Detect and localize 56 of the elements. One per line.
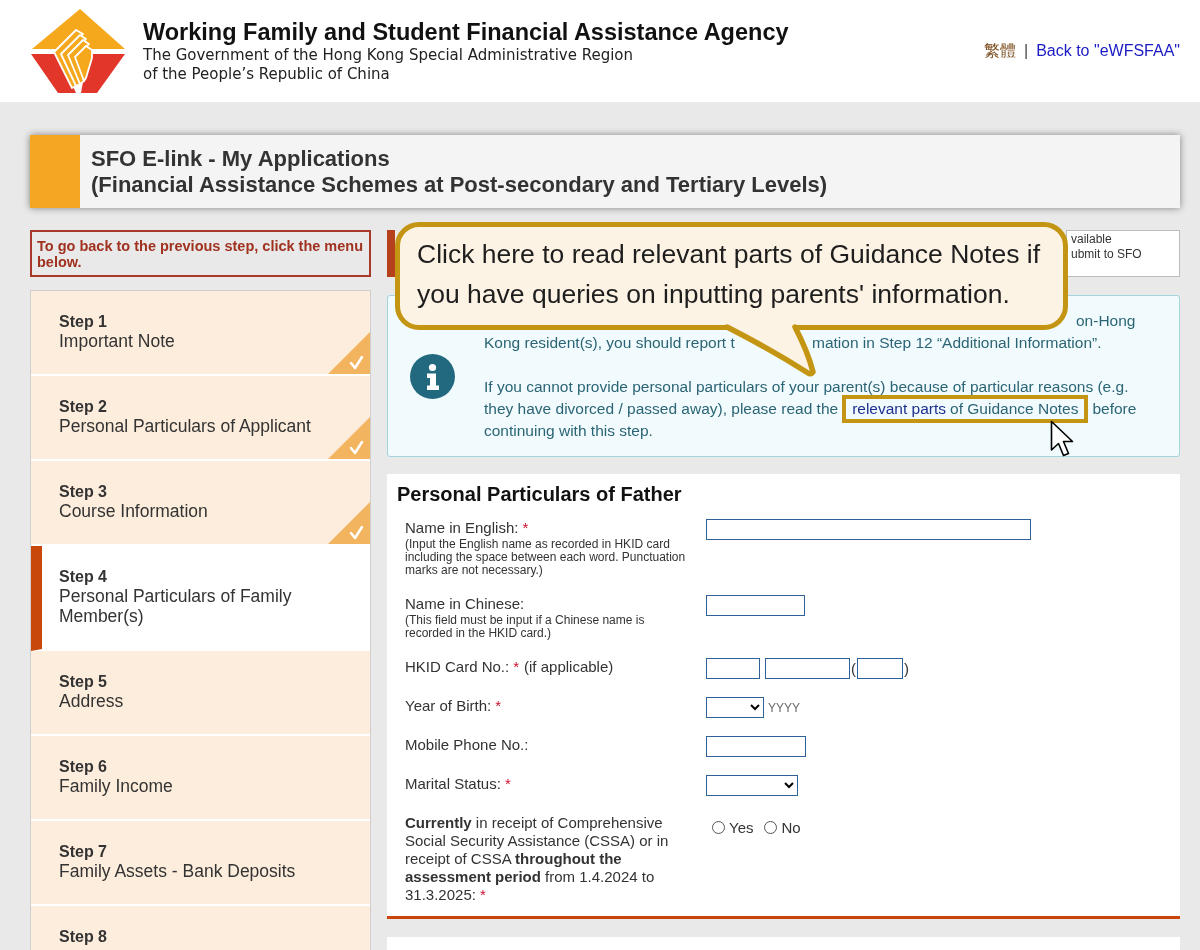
field-hint: (Input the English name as recorded in HKID card including the space between each word. Punctuation marks are not necessary.) [405,538,687,577]
header-link[interactable]: 繁體 [984,41,1016,61]
info-text: mation in Step 12 “Additional Information”. [812,333,1103,353]
status-text: ubmit to SFO [1071,247,1143,262]
navigation-note: To go back to the previous step, click the menu below. [30,230,371,277]
radio-button[interactable] [764,821,778,834]
step-item[interactable]: Step 7 Family Assets - Bank Deposits [31,821,370,906]
dropdown-field[interactable] [706,697,764,718]
bracket-text: ( [851,660,856,677]
field-hint: (This field must be input if a Chinese name is recorded in the HKID card.) [405,614,646,640]
input-field[interactable] [765,658,850,679]
header-link[interactable]: Back to "eWFSFAA" [1036,41,1180,61]
info-icon [410,353,455,399]
step-item[interactable]: Step 8 [31,906,370,950]
format-hint: YYYY [768,700,800,715]
section-title: Personal Particulars of Father [397,482,683,506]
input-field[interactable] [706,658,760,679]
radio-button[interactable] [712,821,725,834]
info-text: of Guidance Notes [950,400,1079,418]
page-subtitle: (Financial Assistance Schemes at Post-secondary and Tertiary Levels) [91,171,828,198]
field-label: Year of Birth: * [405,697,502,715]
link[interactable]: relevant parts [852,400,947,418]
government-line: The Government of the Hong Kong Special Administrative Region [143,45,634,65]
government-line: of the People’s Republic of China [143,64,390,84]
info-text: on-Hong [1076,311,1137,331]
input-field[interactable] [706,519,1031,540]
info-text: If you cannot provide personal particulars of your parent(s) because of particular reasons (e.g. [484,377,1129,397]
page-title: SFO E-link - My Applications [91,145,390,172]
status-text: vailable [1071,232,1113,247]
info-text: Kong resident(s), you should report t [484,333,736,353]
step-item[interactable]: Step 6 Family Income [31,736,370,821]
field-label: Name in English: * [405,519,530,537]
agency-name: Working Family and Student Financial Assistance Agency [143,18,789,46]
info-text: they have divorced / passed away), please read the [484,399,839,419]
bracket-text: ) [904,660,909,677]
field-label: Currently in receipt of Comprehensive Social Security Assistance (CSSA) or in receipt of CSSA throughout the assessment period from 1.4.2024 to 31.3.2025: * [405,814,670,904]
radio-label: Yes [729,819,754,836]
input-field[interactable] [857,658,903,679]
radio-label: No [781,819,801,836]
field-label: Mobile Phone No.: [405,736,530,754]
step-item[interactable]: Step 5 Address [31,651,370,736]
input-field[interactable] [706,595,805,616]
pointer-cursor-icon [1050,420,1074,458]
step-item[interactable]: Step 3 Course Information [31,461,370,546]
field-label: Name in Chinese: [405,595,526,613]
step-item[interactable]: Step 4 Personal Particulars of Family Member(s) [31,546,370,651]
field-label: Marital Status: * [405,775,512,793]
dropdown-field[interactable] [706,775,798,796]
info-text: continuing with this step. [484,421,653,441]
link-separator: | [1024,41,1029,61]
field-label: HKID Card No.: * (if applicable) [405,658,615,676]
step-item[interactable]: Step 1 Important Note [31,291,370,376]
info-text: before [1092,399,1137,419]
step-item[interactable]: Step 2 Personal Particulars of Applicant [31,376,370,461]
input-field[interactable] [706,736,806,757]
banner-edge [387,230,395,277]
